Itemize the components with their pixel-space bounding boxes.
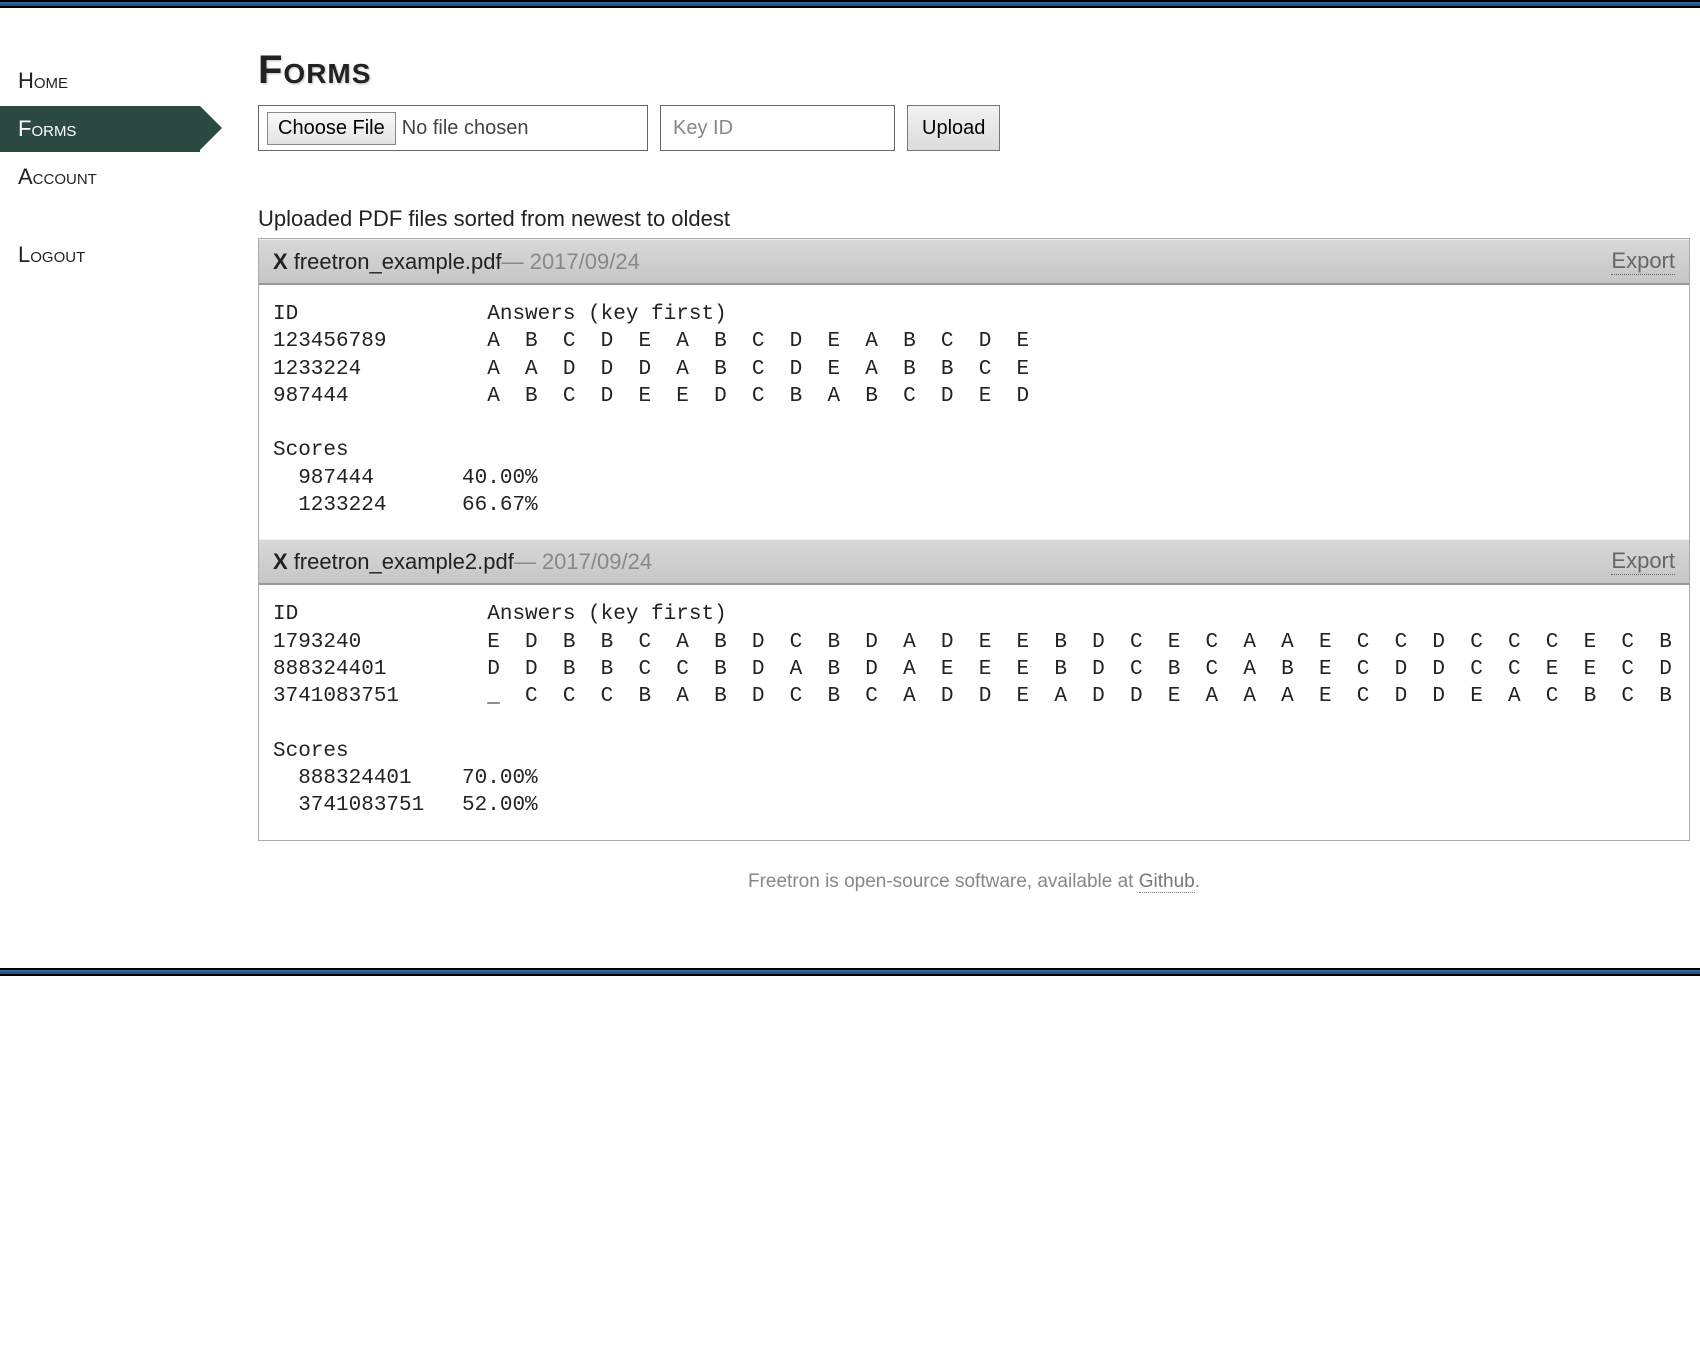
file-block: X freetron_example.pdf — 2017/09/24 Expo… (259, 239, 1689, 539)
file-body: ID Answers (key first) 123456789 A B C D… (259, 285, 1689, 539)
sidebar-item-account[interactable]: Account (0, 154, 200, 200)
sidebar-item-logout[interactable]: Logout (0, 232, 200, 278)
footer-text-suffix: . (1195, 871, 1200, 892)
footer: Freetron is open-source software, availa… (258, 841, 1690, 911)
files-list[interactable]: X freetron_example.pdf — 2017/09/24 Expo… (258, 238, 1690, 841)
page-title: Forms (258, 48, 1690, 93)
file-header: X freetron_example2.pdf — 2017/09/24 Exp… (259, 539, 1689, 585)
main-container: Home Forms Account Logout Forms Choose F… (0, 8, 1700, 968)
footer-github-link[interactable]: Github (1139, 871, 1195, 893)
export-link[interactable]: Export (1611, 248, 1675, 275)
file-body: ID Answers (key first) 1793240 E D B B C… (259, 585, 1689, 839)
main-content: Forms Choose File No file chosen Upload … (200, 8, 1700, 968)
file-name: freetron_example.pdf (294, 249, 502, 275)
files-subtitle: Uploaded PDF files sorted from newest to… (258, 206, 1690, 232)
file-date: — 2017/09/24 (502, 249, 640, 275)
sidebar-item-home[interactable]: Home (0, 58, 200, 104)
delete-file-button[interactable]: X (273, 549, 288, 575)
upload-row: Choose File No file chosen Upload (258, 105, 1690, 151)
export-link[interactable]: Export (1611, 548, 1675, 575)
top-accent-bar (0, 0, 1700, 8)
footer-text-prefix: Freetron is open-source software, availa… (748, 871, 1139, 892)
file-status-text: No file chosen (402, 117, 529, 140)
bottom-accent-bar (0, 968, 1700, 976)
sidebar-gap (0, 202, 200, 232)
file-input-box[interactable]: Choose File No file chosen (258, 105, 648, 151)
sidebar-item-forms[interactable]: Forms (0, 106, 200, 152)
file-name: freetron_example2.pdf (294, 549, 514, 575)
file-date: — 2017/09/24 (514, 549, 652, 575)
key-id-input[interactable] (660, 105, 895, 151)
upload-button[interactable]: Upload (907, 105, 1000, 151)
delete-file-button[interactable]: X (273, 249, 288, 275)
file-block: X freetron_example2.pdf — 2017/09/24 Exp… (259, 539, 1689, 839)
choose-file-button[interactable]: Choose File (267, 112, 396, 145)
sidebar: Home Forms Account Logout (0, 8, 200, 968)
file-header: X freetron_example.pdf — 2017/09/24 Expo… (259, 239, 1689, 285)
